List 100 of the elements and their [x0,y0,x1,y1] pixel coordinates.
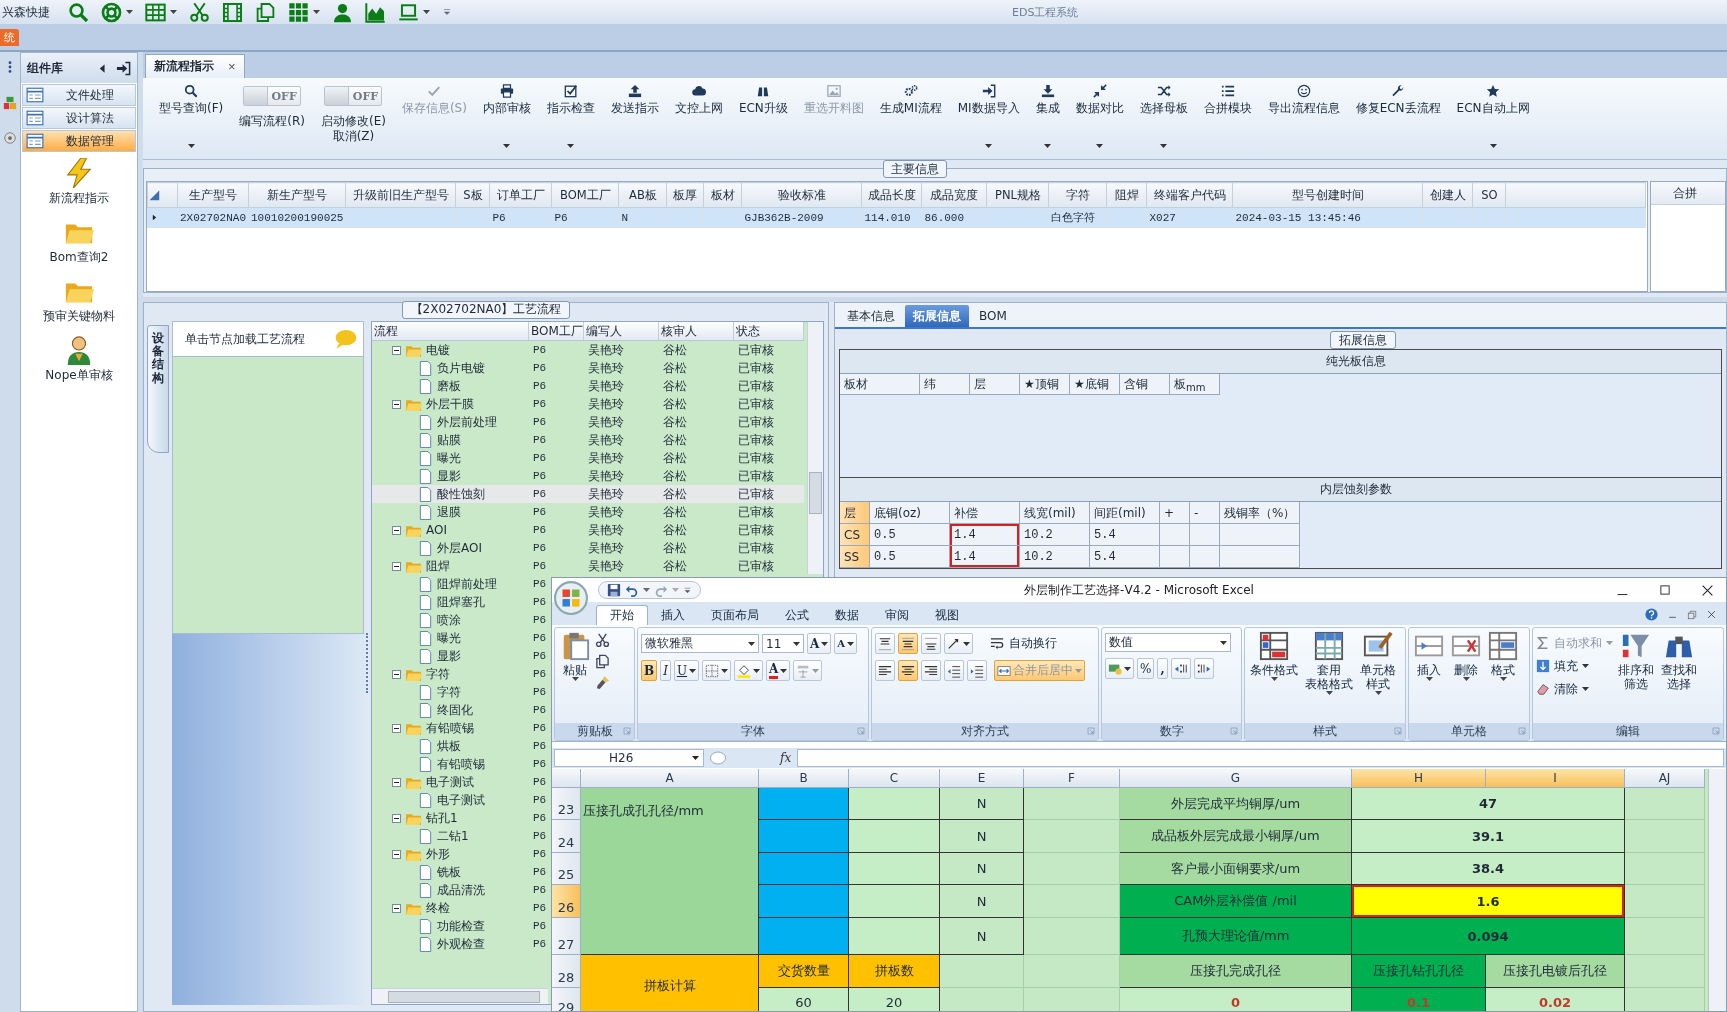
column-header[interactable]: A [581,769,759,788]
ribbon-button[interactable]: ECN自动上网 [1448,84,1538,154]
launcher-button[interactable]: 预审关键物料 [43,276,115,325]
row-header[interactable]: 26 [552,885,581,918]
collapse-left-icon[interactable] [97,62,108,74]
size-field[interactable]: 11 [762,634,804,653]
tree-row[interactable]: AOI P6 吴艳玲 谷松 已审核 [372,521,804,539]
collapse-icon[interactable] [392,399,401,409]
sheet-cell[interactable]: 外层完成平均铜厚/um [1120,788,1352,820]
tree-row[interactable]: 成品清洗 P6 [372,881,547,899]
row-header[interactable]: 23 [552,788,581,820]
column-header[interactable]: G [1120,769,1352,788]
scrollbar[interactable] [807,322,823,574]
grid-icon[interactable] [288,1,309,23]
copy-icon[interactable] [595,654,610,669]
toolbar-button[interactable] [967,660,987,681]
maximize-icon[interactable] [1659,584,1671,596]
sheet-cell[interactable]: 交货数量 [759,955,849,988]
ribbon-button[interactable]: 删除 [1449,631,1483,723]
ribbon-button[interactable]: 生成MI流程 [871,84,950,154]
sheet-cell[interactable]: 成品板外层完成最小铜厚/um [1120,820,1352,853]
sheet-cell[interactable] [759,788,849,820]
area-chart-icon[interactable] [365,1,386,23]
scrollbar[interactable] [372,988,548,1004]
toggle-switch[interactable]: OFF [324,86,383,106]
tree-row[interactable]: 阻焊塞孔 P6 [372,593,547,611]
tree-row[interactable]: 字符 P6 [372,665,547,683]
toolbar-button[interactable] [875,660,895,681]
toolbar-button[interactable]: B [641,660,658,681]
sheet-cell[interactable]: CAM外层补偿值 /mil [1120,885,1352,918]
toolbar-button[interactable] [898,660,918,681]
restore-icon[interactable] [1687,609,1697,620]
blocks-icon[interactable] [3,96,17,110]
toolbar-button[interactable]: % [1137,658,1155,679]
ribbon-button[interactable]: 查找和 选择 [1659,631,1699,723]
sheet-cell[interactable]: 拼板计算 [581,955,759,1011]
ribbon-button[interactable]: 排序和 筛选 [1616,631,1656,723]
caret-icon[interactable] [643,588,650,592]
user-icon[interactable] [332,1,353,23]
sheet-cell[interactable] [759,820,849,853]
sheet-cell[interactable]: 0 [1120,988,1352,1011]
toolbar-button[interactable] [921,660,941,681]
tree-row[interactable]: 外观检查 P6 [372,935,547,953]
toolbar-button[interactable]: A [766,660,791,681]
disc-icon[interactable] [4,132,16,144]
font-field[interactable]: 微软雅黑 [641,634,759,653]
tree-row[interactable]: 烘板 P6 [372,737,547,755]
ribbon-button[interactable]: 插入 [1412,631,1446,723]
sheet-cell[interactable] [759,853,849,885]
column-header[interactable]: I [1486,769,1625,788]
close-icon[interactable] [1701,583,1714,597]
tree-row[interactable]: 终固化 P6 [372,701,547,719]
tree-row[interactable]: 终检 P6 [372,899,547,917]
ribbon-tab[interactable]: 视图 [922,605,972,625]
tree-row[interactable]: 曝光 P6 吴艳玲 谷松 已审核 [372,449,804,467]
tree-row[interactable]: 钻孔1 P6 [372,809,547,827]
select-all-corner[interactable] [147,182,178,208]
row-header[interactable]: 25 [552,853,581,885]
tab[interactable]: BOM [971,305,1015,327]
office-button-icon[interactable] [554,581,588,615]
toolbar-button[interactable] [1170,658,1191,679]
sheet-cell[interactable]: 客户最小面铜要求/um [1120,853,1352,885]
tree-row[interactable]: 负片电镀 P6 吴艳玲 谷松 已审核 [372,359,804,377]
table-icon[interactable] [145,1,166,23]
scrollbar[interactable] [1708,769,1726,1011]
tree-row[interactable]: 显影 P6 吴艳玲 谷松 已审核 [372,467,804,485]
ribbon-button[interactable]: 指示检查 [538,84,603,154]
collapse-icon[interactable] [392,669,401,679]
tree-row[interactable]: 外层AOI P6 吴艳玲 谷松 已审核 [372,539,804,557]
sidebar-item[interactable]: 文件处理 [22,84,136,106]
sheet-cell[interactable]: 39.1 [1352,820,1625,853]
ribbon-button[interactable]: 修复ECN丢流程 [1347,84,1449,154]
column-header[interactable]: E [940,769,1024,788]
caret-icon[interactable] [170,10,177,14]
toolbar-button[interactable] [875,633,895,654]
tree-row[interactable]: 外形 P6 [372,845,547,863]
name-box[interactable]: H26 [554,749,704,767]
tree-row[interactable]: 字符 P6 [372,683,547,701]
ribbon-tab[interactable]: 审阅 [872,605,922,625]
ribbon-tab[interactable]: 页面布局 [698,605,772,625]
tree-row[interactable]: 显影 P6 [372,647,547,665]
tree-row[interactable]: 有铅喷锡 P6 [372,719,547,737]
column-header[interactable]: F [1024,769,1120,788]
toolbar-button[interactable]: U [673,660,700,681]
sheet-cell[interactable]: 压接孔电镀后孔径 [1486,955,1625,988]
sheet-cell[interactable]: 0.094 [1352,918,1625,955]
scissors-icon[interactable] [189,1,210,23]
tab[interactable]: 基本信息 [839,305,903,327]
toolbar-button[interactable]: A [834,633,858,654]
ribbon-button[interactable]: ECN升级 [730,84,796,154]
tree-row[interactable]: 阻焊 P6 吴艳玲 谷松 已审核 [372,557,804,575]
ribbon-button[interactable]: 型号查询(F) [151,84,232,154]
sheet-cell[interactable]: N [940,885,1024,918]
sheet-cell[interactable]: 孔预大理论值/mm [1120,918,1352,955]
tab[interactable]: 拓展信息 [905,305,969,327]
format-field[interactable]: 数值 [1105,633,1231,652]
sheet-cell[interactable]: 压接孔完成孔径 [1120,955,1352,988]
tree-row[interactable]: 电镀 P6 吴艳玲 谷松 已审核 [372,341,804,359]
ribbon-button[interactable]: 合拼模块 [1195,84,1260,154]
collapse-icon[interactable] [392,561,401,571]
